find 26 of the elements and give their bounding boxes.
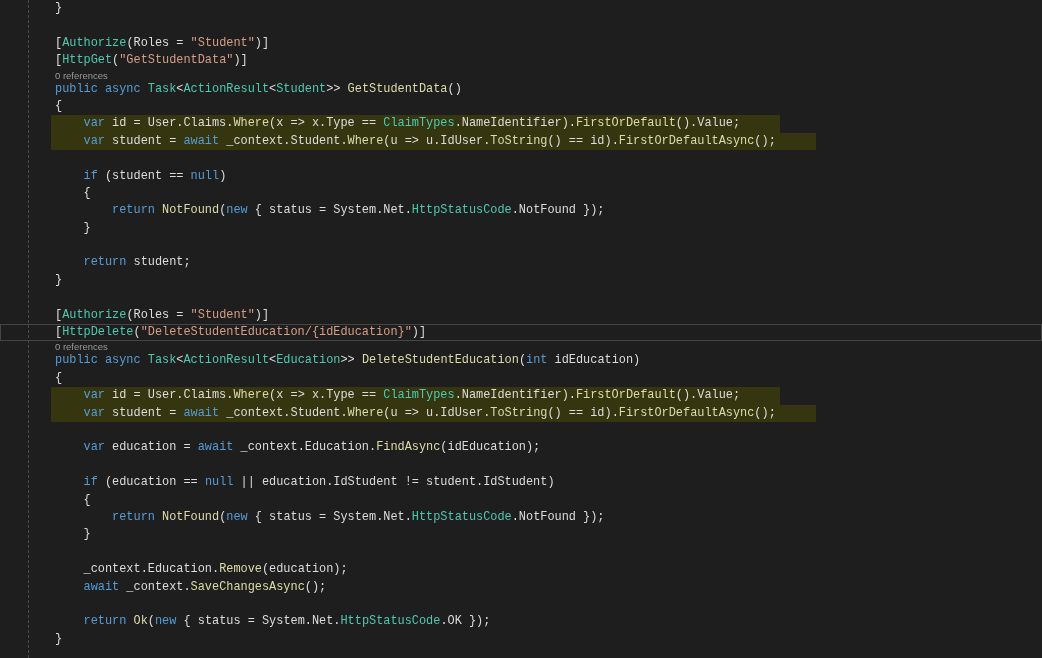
- references-codelens[interactable]: 0 references: [55, 341, 108, 353]
- code-line: _context.Education.Remove(education);: [82, 561, 348, 579]
- code-line: {: [82, 491, 91, 509]
- code-line: {: [55, 369, 63, 387]
- code-line: var education = await _context.Education.FindAsync(idEducation);: [82, 439, 541, 457]
- code-line: [HttpDelete("DeleteStudentEducation/{idEducation}")]: [55, 325, 427, 341]
- code-line: [Authorize(Roles = "Student")]: [55, 306, 270, 324]
- code-line: await _context.SaveChangesAsync();: [82, 578, 327, 596]
- code-line: return student;: [82, 254, 191, 272]
- references-codelens[interactable]: 0 references: [55, 69, 108, 81]
- code-line: if (education == null || education.IdStudent != student.IdStudent): [82, 474, 555, 492]
- code-line: }: [55, 271, 63, 289]
- code-line: [Authorize(Roles = "Student")]: [55, 34, 270, 52]
- code-line: return NotFound(new { status = System.Net.HttpStatusCode.NotFound });: [111, 508, 605, 526]
- code-line: [HttpGet("GetStudentData")]: [55, 52, 248, 70]
- code-line: {: [55, 97, 63, 115]
- code-line: public async Task<ActionResult<Student>> GetStudentData(): [55, 80, 462, 98]
- code-line: public async Task<ActionResult<Education>> DeleteStudentEducation(int idEducation): [55, 352, 641, 370]
- code-line: {: [82, 184, 91, 202]
- code-line: }: [55, 0, 63, 17]
- code-line: return Ok(new { status = System.Net.HttpStatusCode.OK });: [82, 613, 491, 631]
- code-line: }: [82, 219, 91, 237]
- code-line: return NotFound(new { status = System.Net.HttpStatusCode.NotFound });: [111, 202, 605, 220]
- code-line: if (student == null): [82, 167, 227, 185]
- code-line: }: [82, 526, 91, 544]
- code-line: }: [55, 630, 63, 648]
